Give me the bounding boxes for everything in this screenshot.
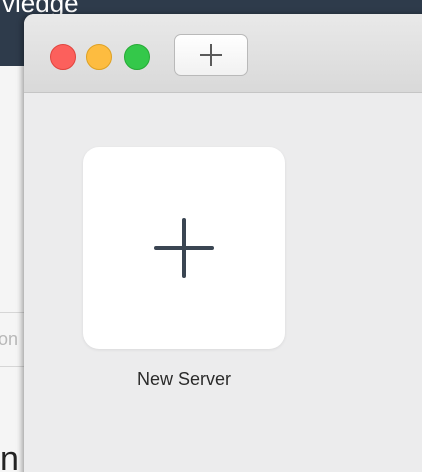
maximize-window-button[interactable] [124,44,150,70]
window-titlebar[interactable] [24,14,422,93]
divider [0,312,24,313]
minimize-window-button[interactable] [86,44,112,70]
screen: vledge on n New Server [0,0,422,472]
new-server-label[interactable]: New Server [83,369,285,390]
plus-icon [154,218,214,278]
close-window-button[interactable] [50,44,76,70]
add-tab-button[interactable] [174,34,248,76]
app-window: New Server [24,14,422,472]
background-app-text: n [0,440,19,472]
divider [0,366,24,367]
background-input-placeholder[interactable]: on [0,329,18,350]
server-list: New Server [24,93,422,472]
new-server-tile[interactable] [83,147,285,349]
background-app-sidebar [0,66,24,472]
plus-icon [200,44,222,66]
